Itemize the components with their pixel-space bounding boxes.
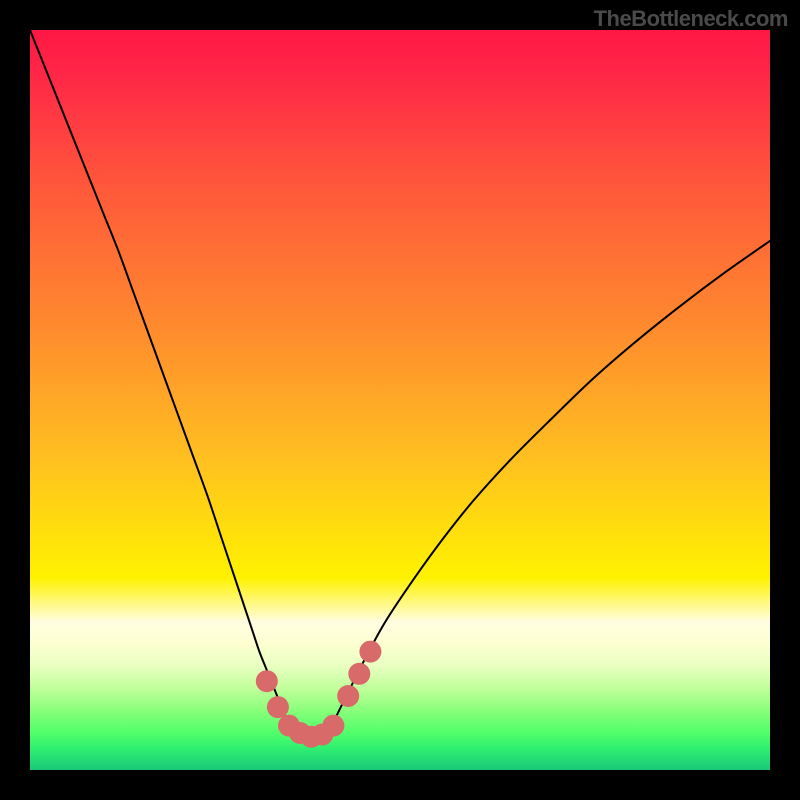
gradient-background <box>30 30 770 770</box>
marker-dot <box>348 663 370 685</box>
marker-dot <box>322 715 344 737</box>
marker-dot <box>337 685 359 707</box>
marker-dot <box>256 670 278 692</box>
marker-dot <box>267 696 289 718</box>
plot-area <box>30 30 770 770</box>
watermark-text: TheBottleneck.com <box>594 6 788 32</box>
chart-frame: TheBottleneck.com <box>0 0 800 800</box>
bottleneck-chart-svg <box>30 30 770 770</box>
marker-dot <box>359 641 381 663</box>
